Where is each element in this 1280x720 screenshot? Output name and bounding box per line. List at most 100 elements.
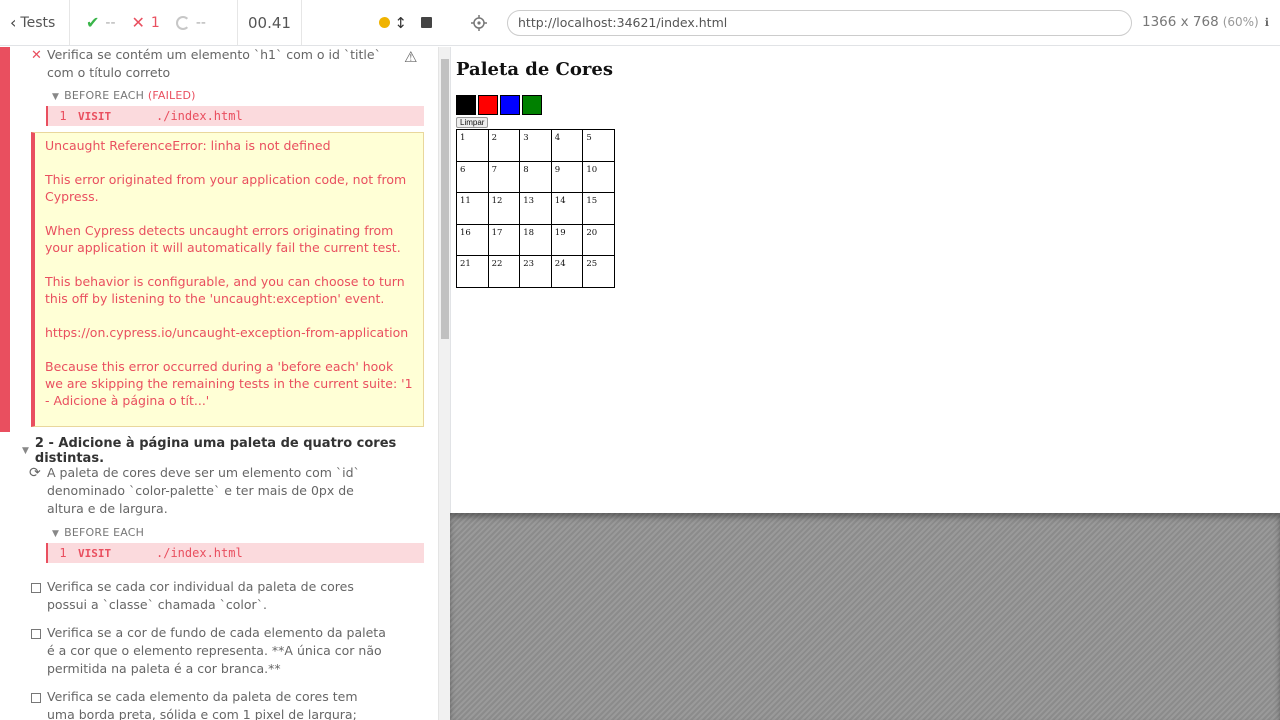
run-controls: ↕ (302, 0, 450, 45)
pixel-cell[interactable]: 22 (488, 256, 521, 288)
error-title: Uncaught ReferenceError: linha is not de… (45, 138, 331, 153)
stop-icon[interactable] (421, 17, 432, 28)
viewport-info[interactable]: 1366 x 768 (60%) ℹ (1142, 14, 1269, 30)
palette-color[interactable] (500, 95, 520, 115)
test-title-background-color[interactable]: Verifica se a cor de fundo de cada eleme… (47, 624, 397, 678)
command-message: ./index.html (156, 109, 243, 123)
pixel-cell[interactable]: 19 (551, 224, 584, 257)
aut-empty-area (450, 513, 1280, 720)
pixel-cell[interactable]: 16 (457, 224, 489, 257)
pixel-cell[interactable]: 14 (551, 193, 584, 225)
command-message: ./index.html (156, 546, 243, 560)
app-iframe: Paleta de Cores Limpar 1 2 3 4 5 6 7 8 9 10 11 12 13… (450, 47, 1280, 513)
command-visit[interactable]: 1 VISIT ./index.html (46, 543, 424, 563)
command-number: 1 (59, 109, 67, 123)
pixel-cell[interactable]: 10 (583, 161, 615, 194)
pending-checkbox-icon (31, 629, 41, 639)
pixel-cell[interactable]: 23 (520, 256, 552, 288)
pixel-board: 1 2 3 4 5 6 7 8 9 10 11 12 13 14 15 16 17 18 19 20 21 22 23 24 2… (456, 129, 615, 288)
pixel-cell[interactable]: 4 (551, 130, 584, 162)
pixel-cell[interactable]: 6 (457, 161, 489, 194)
pixel-cell[interactable]: 24 (551, 256, 584, 288)
palette-color[interactable] (478, 95, 498, 115)
pixel-cell[interactable]: 15 (583, 193, 615, 225)
pending-checkbox-icon (31, 693, 41, 703)
running-icon: ⟳ (29, 465, 41, 481)
scrollbar-thumb[interactable] (441, 59, 449, 339)
pixel-cell[interactable]: 1 (457, 130, 489, 162)
hook-label: BEFORE EACH (64, 526, 145, 539)
warning-icon: ⚠ (404, 48, 418, 66)
error-docs-link[interactable]: https://on.cypress.io/uncaught-exception… (45, 324, 413, 341)
viewport-size: 1366 x 768 (1142, 14, 1219, 30)
cypress-reporter: ‹ Tests ✔ -- ✕ 1 -- 00.41 ↕ ✕ Verifica s… (0, 0, 450, 720)
error-line: When Cypress detects uncaught errors ori… (45, 223, 401, 255)
test-stats: ✔ -- ✕ 1 -- (70, 0, 238, 45)
reporter-header: ‹ Tests ✔ -- ✕ 1 -- 00.41 ↕ (0, 0, 450, 46)
reporter-scrollbar[interactable] (438, 47, 450, 720)
palette-color[interactable] (522, 95, 542, 115)
command-name: VISIT (78, 109, 112, 123)
failed-indicator (0, 47, 10, 432)
info-icon: ℹ (1264, 16, 1269, 29)
hook-label: BEFORE EACH (64, 89, 145, 102)
pixel-cell[interactable]: 25 (583, 256, 615, 288)
page-title: Paleta de Cores (456, 59, 613, 80)
pixel-cell[interactable]: 3 (520, 130, 552, 162)
pending-checkbox-icon (31, 583, 41, 593)
failed-icon: ✕ (31, 48, 42, 63)
app-under-test: http://localhost:34621/index.html 1366 x… (450, 0, 1280, 720)
suite-title-label: 2 - Adicione à página uma paleta de quat… (34, 436, 397, 466)
pixel-cell[interactable]: 8 (520, 161, 552, 194)
pixel-cell[interactable]: 11 (457, 193, 489, 225)
check-icon: ✔ (86, 13, 100, 32)
auto-scroll-icon[interactable]: ↕ (394, 14, 407, 32)
pixel-cell[interactable]: 18 (520, 224, 552, 257)
pixel-cell[interactable]: 21 (457, 256, 489, 288)
clear-board-button[interactable]: Limpar (456, 117, 489, 128)
hook-failed-label: (FAILED) (147, 89, 196, 102)
pixel-cell[interactable]: 9 (551, 161, 584, 194)
duration: 00.41 (238, 0, 302, 45)
pixel-cell[interactable]: 17 (488, 224, 521, 257)
command-name: VISIT (78, 546, 112, 560)
test-title-h1[interactable]: Verifica se contém um elemento `h1` com … (47, 47, 397, 82)
error-line: This error originated from your applicat… (45, 172, 407, 204)
suite-title-2[interactable]: ▼ 2 - Adicione à página uma paleta de qu… (22, 436, 438, 466)
pixel-cell[interactable]: 12 (488, 193, 521, 225)
command-visit[interactable]: 1 VISIT ./index.html (46, 106, 424, 126)
pixel-cell[interactable]: 5 (583, 130, 615, 162)
command-number: 1 (59, 546, 67, 560)
tests-label: Tests (20, 14, 56, 31)
error-message: Uncaught ReferenceError: linha is not de… (31, 132, 424, 427)
failed-stat: ✕ 1 (132, 13, 160, 32)
failed-count: 1 (150, 14, 160, 31)
pending-stat: -- (175, 15, 206, 31)
test-title-border[interactable]: Verifica se cada elemento da paleta de c… (47, 688, 382, 720)
chevron-left-icon: ‹ (10, 13, 17, 32)
aut-header: http://localhost:34621/index.html 1366 x… (450, 0, 1280, 46)
runnable-list: ✕ Verifica se contém um elemento `h1` co… (0, 47, 438, 720)
pixel-cell[interactable]: 13 (520, 193, 552, 225)
before-each-hook-header[interactable]: ▼ BEFORE EACH (FAILED) (52, 89, 196, 102)
color-palette (456, 95, 542, 115)
url-bar[interactable]: http://localhost:34621/index.html (507, 10, 1132, 36)
collapse-icon: ▼ (22, 446, 29, 456)
passed-stat: ✔ -- (86, 13, 116, 32)
selector-playground-icon[interactable] (470, 14, 488, 32)
test-title-color-class[interactable]: Verifica se cada cor individual da palet… (47, 578, 397, 614)
pixel-cell[interactable]: 20 (583, 224, 615, 257)
pixel-cell[interactable]: 7 (488, 161, 521, 194)
x-icon: ✕ (131, 13, 145, 32)
running-status-icon (379, 17, 391, 28)
collapse-icon: ▼ (52, 529, 60, 539)
error-line: This behavior is configurable, and you c… (45, 274, 405, 306)
viewport-scale: (60%) (1222, 15, 1259, 29)
pixel-cell[interactable]: 2 (488, 130, 521, 162)
spinner-icon (175, 15, 190, 30)
passed-count: -- (105, 14, 116, 31)
tests-button[interactable]: ‹ Tests (0, 0, 70, 45)
before-each-hook-header[interactable]: ▼ BEFORE EACH (52, 526, 144, 539)
palette-color[interactable] (456, 95, 476, 115)
test-title-color-palette[interactable]: A paleta de cores deve ser um elemento c… (47, 464, 392, 518)
